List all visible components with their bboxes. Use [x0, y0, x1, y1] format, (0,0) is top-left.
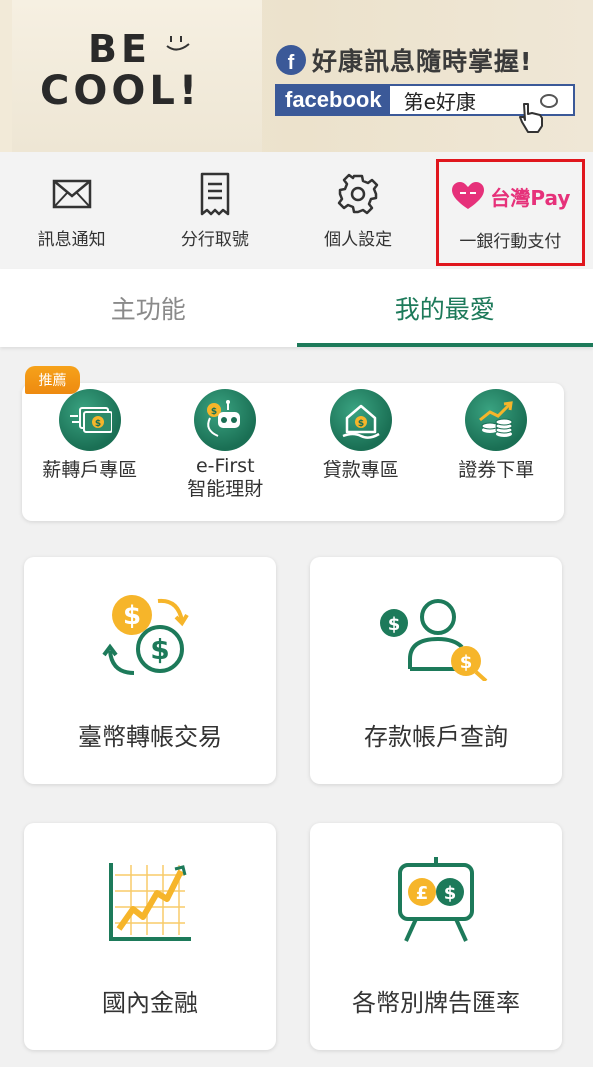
- function-card-label: 臺幣轉帳交易: [78, 723, 222, 751]
- svg-text:$: $: [358, 419, 364, 429]
- recommend-item-securities[interactable]: 證券下單: [429, 383, 565, 521]
- facebook-wordmark: facebook: [277, 86, 390, 114]
- ticket-icon: [200, 172, 230, 216]
- svg-text:$: $: [444, 883, 457, 904]
- growth-chart-icon: [109, 863, 191, 941]
- svg-text:$: $: [150, 633, 169, 666]
- svg-text:$: $: [123, 601, 141, 631]
- quick-actions-bar: 訊息通知 分行取號 個人設定 台灣Pay 一銀行動支付: [0, 152, 593, 269]
- recommend-badge: 推薦: [25, 366, 80, 394]
- quick-item-label: 訊息通知: [37, 230, 106, 250]
- svg-text:£: £: [416, 883, 429, 904]
- quick-item-settings[interactable]: 個人設定: [287, 152, 430, 269]
- svg-text:$: $: [95, 419, 101, 429]
- function-card-label: 各幣別牌告匯率: [352, 989, 520, 1017]
- quick-item-notifications[interactable]: 訊息通知: [0, 152, 143, 269]
- svg-text:$: $: [388, 614, 401, 635]
- facebook-icon: f: [276, 45, 306, 75]
- gear-icon: [337, 173, 379, 215]
- taiwan-pay-heart-icon: [452, 182, 485, 209]
- function-card-twd-transfer[interactable]: $ $ 臺幣轉帳交易: [24, 557, 276, 784]
- svg-text:$: $: [460, 652, 473, 673]
- recommend-item-loans[interactable]: $ 貸款專區: [293, 383, 429, 521]
- function-card-exchange-rates[interactable]: £ $ 各幣別牌告匯率: [310, 823, 562, 1050]
- function-card-domestic-finance[interactable]: 國內金融: [24, 823, 276, 1050]
- securities-icon: [479, 401, 514, 437]
- svg-text:$: $: [211, 407, 217, 417]
- quick-item-label: 分行取號: [180, 230, 249, 250]
- robo-advisor-icon: $: [207, 400, 241, 437]
- promo-banner[interactable]: BE COOL! f 好康訊息隨時掌握! facebook 第e好康: [0, 0, 593, 152]
- taiwan-pay-logo: 台灣Pay: [450, 173, 570, 219]
- recommend-item-label-line1: e-First: [195, 455, 255, 477]
- quick-item-branch-ticket[interactable]: 分行取號: [143, 152, 286, 269]
- recommend-item-robo-advisor[interactable]: $ e-First 智能理財: [158, 383, 294, 521]
- recommend-item-label: 薪轉戶專區: [42, 459, 138, 481]
- function-card-label: 存款帳戶查詢: [364, 723, 508, 751]
- recommend-item-label: 證券下單: [458, 459, 535, 481]
- poster-line-2: COOL!: [40, 67, 202, 114]
- account-search-icon: $ $: [380, 599, 488, 681]
- home-loan-icon: $: [342, 404, 380, 439]
- tab-favorites[interactable]: 我的最愛: [296, 269, 593, 347]
- envelope-icon: [52, 179, 91, 209]
- recommend-item-payroll[interactable]: $ 薪轉戶專區: [22, 383, 158, 521]
- quick-item-label: 一銀行動支付: [459, 232, 562, 252]
- quick-item-mobile-pay[interactable]: 台灣Pay 一銀行動支付: [435, 159, 585, 266]
- recommend-item-label: 貸款專區: [322, 459, 399, 481]
- facebook-search-text: 第e好康: [403, 89, 476, 114]
- forex-board-icon: £ $: [398, 857, 474, 942]
- recommend-item-label-line2: 智能理財: [187, 477, 264, 500]
- banner-slogan-row: f 好康訊息隨時掌握!: [276, 42, 532, 78]
- function-card-label: 國內金融: [102, 989, 198, 1017]
- currency-exchange-icon: $ $: [102, 595, 189, 675]
- smiley-icon: [166, 36, 190, 51]
- taiwan-pay-text: 台灣Pay: [490, 185, 571, 210]
- tab-bar: 主功能 我的最愛: [0, 269, 593, 347]
- tab-main-functions[interactable]: 主功能: [0, 269, 297, 347]
- function-card-account-inquiry[interactable]: $ $ 存款帳戶查詢: [310, 557, 562, 784]
- quick-item-label: 個人設定: [324, 230, 393, 250]
- hand-cursor-icon: [519, 103, 543, 133]
- banner-slogan: 好康訊息隨時掌握!: [312, 47, 533, 76]
- recommend-card: $ 薪轉戶專區 $ e-First 智能理財 $ 貸款專區 證券下單: [22, 383, 564, 521]
- money-transfer-icon: $: [69, 407, 112, 433]
